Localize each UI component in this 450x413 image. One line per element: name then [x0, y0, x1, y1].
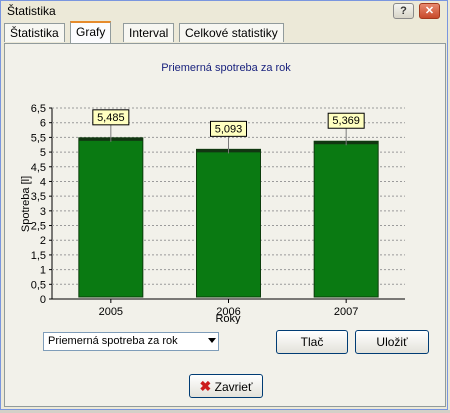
y-tick-label: 0,5 [31, 279, 46, 291]
x-tick-label: 2005 [99, 306, 123, 318]
save-button[interactable]: Uložiť [355, 330, 429, 354]
value-label: 5,485 [97, 112, 125, 124]
y-tick-label: 3,5 [31, 191, 46, 203]
tab-celkove-statistiky[interactable]: Celkové statistiky [179, 23, 284, 42]
close-window-button[interactable]: ✕ [419, 3, 440, 19]
y-tick-label: 5,5 [31, 132, 46, 144]
tab-statistika[interactable]: Štatistika [4, 23, 65, 42]
value-label: 5,369 [332, 115, 360, 127]
close-button[interactable]: ✖ Zavrieť [189, 374, 263, 398]
value-label: 5,093 [215, 123, 243, 135]
chart-type-select[interactable]: Priemerná spotreba za rok [43, 332, 219, 351]
bar-2005 [78, 137, 144, 298]
bar-2007 [313, 140, 379, 298]
chart-type-select-value: Priemerná spotreba za rok [48, 335, 178, 347]
chevron-down-icon[interactable] [208, 338, 216, 343]
statistics-window: Štatistika ? ✕ Štatistika Grafy Interval… [0, 0, 448, 410]
close-button-label: Zavrieť [214, 380, 253, 394]
red-x-icon: ✖ [199, 378, 212, 394]
print-button[interactable]: Tlač [276, 330, 348, 354]
y-tick-label: 4,5 [31, 162, 46, 174]
title-bar: Štatistika ? ✕ [1, 1, 447, 19]
tab-grafy[interactable]: Grafy [70, 21, 112, 43]
y-tick-label: 1,5 [31, 250, 46, 262]
y-tick-label: 6,5 [31, 103, 46, 115]
bar-chart: Spotreba [l] Roky 00,511,522,533,544,555… [20, 103, 405, 324]
x-tick-label: 2007 [334, 306, 358, 318]
y-tick-label: 0 [40, 294, 46, 306]
y-tick-label: 1 [40, 265, 46, 277]
tab-interval[interactable]: Interval [123, 23, 175, 42]
help-button[interactable]: ? [393, 3, 414, 19]
y-tick-label: 6 [40, 118, 46, 130]
chart-title: Priemerná spotreba za rok [161, 62, 291, 74]
y-tick-label: 3 [40, 206, 46, 218]
y-tick-label: 2 [40, 235, 46, 247]
y-tick-label: 5 [40, 147, 46, 159]
graphs-panel: Priemerná spotreba za rok Spotreba [l] R… [4, 43, 446, 407]
y-tick-label: 2,5 [31, 221, 46, 233]
y-tick-label: 4 [40, 176, 46, 188]
bar-2006 [196, 148, 261, 298]
x-tick-label: 2006 [216, 306, 240, 318]
window-title: Štatistika [7, 4, 56, 18]
